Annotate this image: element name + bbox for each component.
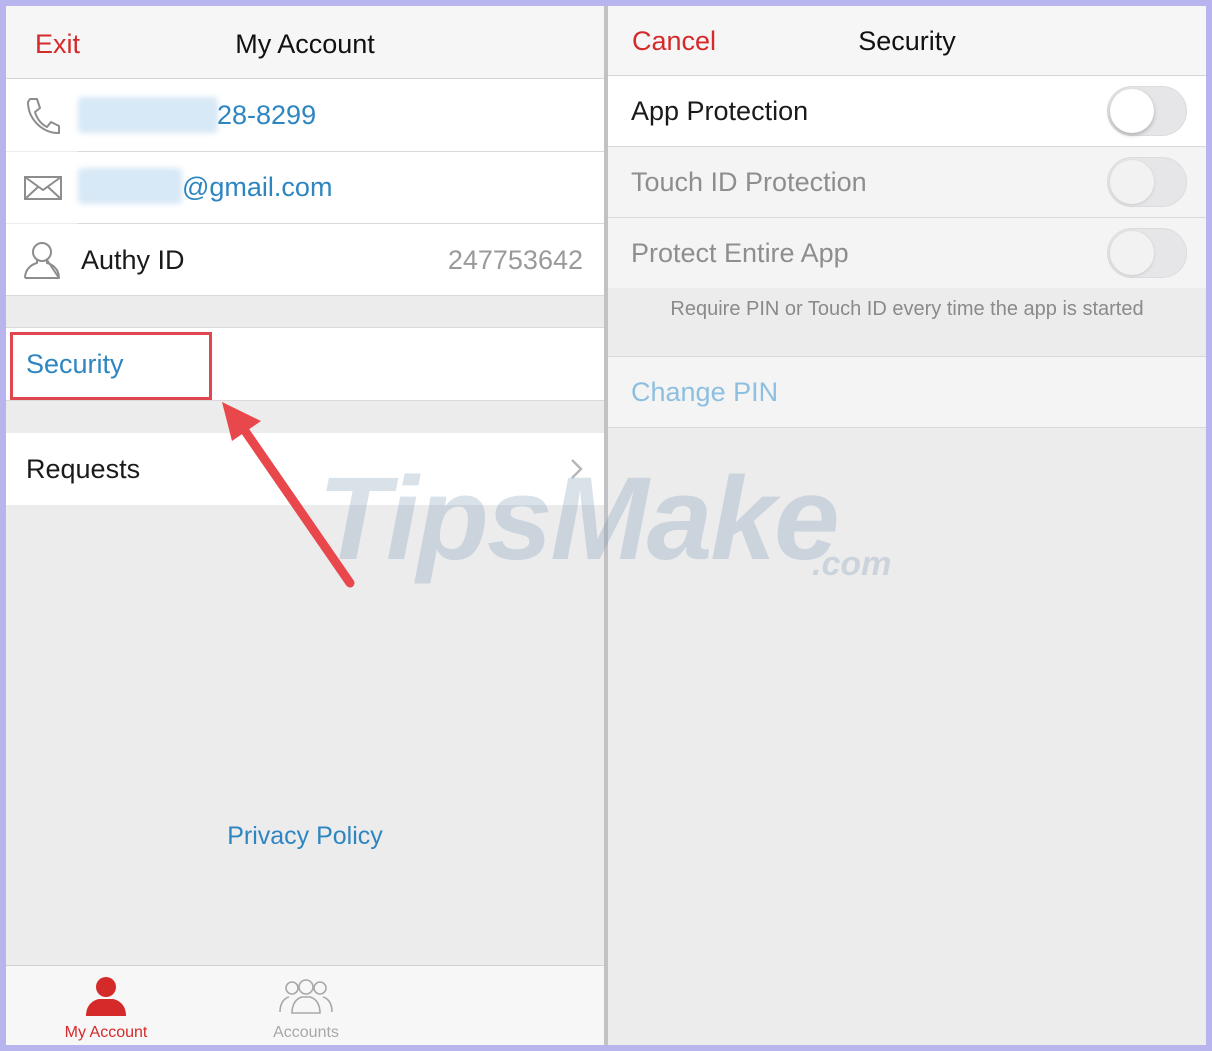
divider xyxy=(6,400,604,401)
page-title: My Account xyxy=(235,29,375,59)
app-protection-toggle[interactable] xyxy=(1107,86,1187,136)
tab-label: Accounts xyxy=(273,1024,339,1041)
phone-number: 28-8299 xyxy=(217,100,317,130)
page-title: Security xyxy=(858,26,956,56)
divider xyxy=(608,427,1206,428)
tab-accounts[interactable]: Accounts xyxy=(206,966,406,1045)
mail-icon xyxy=(24,176,62,205)
security-navbar: Cancel Security xyxy=(608,6,1206,76)
phone-icon xyxy=(24,96,60,141)
security-highlight-box xyxy=(10,332,212,400)
protect-entire-app-row: Protect Entire App xyxy=(608,218,1206,288)
email-address: @gmail.com xyxy=(182,172,333,202)
protection-footnote: Require PIN or Touch ID every time the a… xyxy=(670,298,1144,320)
watermark-logo: TipsMake xyxy=(318,453,840,585)
protect-entire-app-toggle[interactable] xyxy=(1107,228,1187,278)
email-redacted xyxy=(78,168,182,204)
privacy-policy-link[interactable]: Privacy Policy xyxy=(6,822,604,851)
app-protection-row: App Protection xyxy=(608,76,1206,146)
divider xyxy=(6,295,604,296)
tab-label: My Account xyxy=(64,1024,148,1041)
toggle-knob xyxy=(1110,231,1154,275)
authy-id-label: Authy ID xyxy=(81,245,185,275)
phone-row[interactable]: 28-8299 xyxy=(6,79,604,151)
app-protection-label: App Protection xyxy=(631,96,809,126)
change-pin-row[interactable]: Change PIN xyxy=(608,357,1206,427)
change-pin-link[interactable]: Change PIN xyxy=(631,379,778,406)
tab-my-account[interactable]: My Account xyxy=(6,966,206,1045)
authy-id-value: 247753642 xyxy=(447,245,583,275)
toggle-knob xyxy=(1110,89,1154,133)
protect-entire-app-label: Protect Entire App xyxy=(631,238,849,268)
requests-label: Requests xyxy=(26,454,141,484)
my-account-navbar: Exit My Account xyxy=(6,6,604,79)
authy-id-row: Authy ID 247753642 xyxy=(6,224,604,295)
touch-id-toggle[interactable] xyxy=(1107,157,1187,207)
user-icon xyxy=(23,240,61,285)
email-row[interactable]: @gmail.com xyxy=(6,152,604,223)
group-icon xyxy=(276,978,336,1019)
touch-id-label: Touch ID Protection xyxy=(631,167,867,197)
person-icon xyxy=(84,976,128,1021)
watermark-suffix: .com xyxy=(812,545,892,583)
toggle-knob xyxy=(1110,160,1154,204)
tab-bar: My Account Accounts xyxy=(6,965,604,1045)
touch-id-row: Touch ID Protection xyxy=(608,147,1206,217)
phone-redacted xyxy=(78,97,218,133)
